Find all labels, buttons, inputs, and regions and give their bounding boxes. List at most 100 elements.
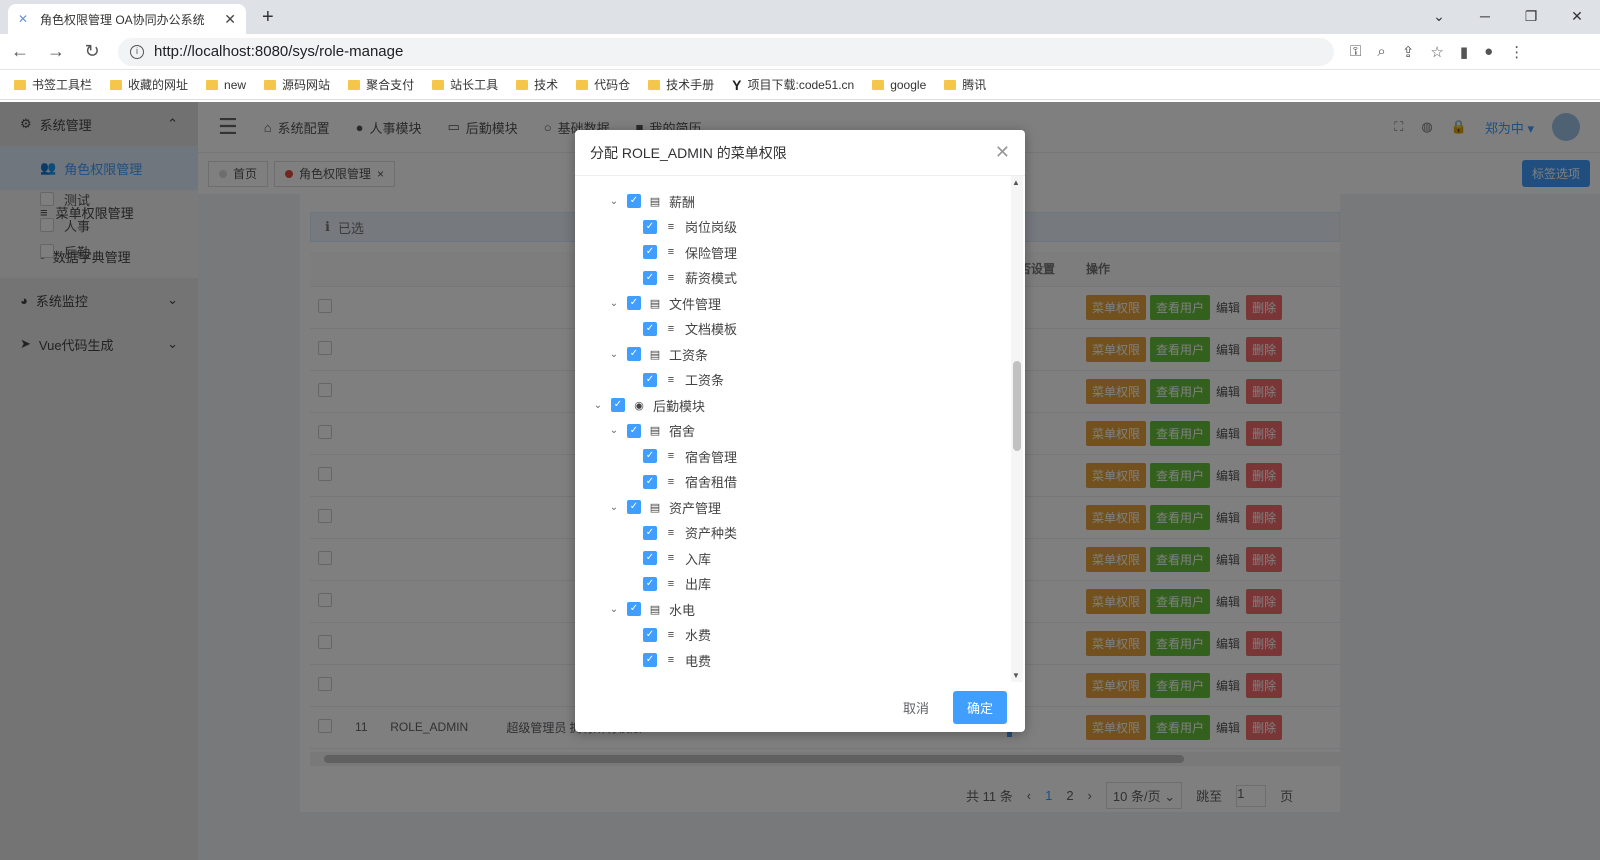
checkbox-checked-icon[interactable]: ✓ [643,551,657,565]
dialog-footer: 取消 确定 [575,682,1025,732]
close-window-icon[interactable]: ✕ [1554,0,1600,32]
tab-search-icon[interactable]: ⌄ [1416,0,1462,32]
confirm-button[interactable]: 确定 [952,690,1007,724]
scroll-up-icon[interactable]: ▲ [1012,178,1020,187]
checkbox-checked-icon[interactable]: ✓ [643,270,657,285]
chevron-down-icon[interactable]: ⌄ [609,196,619,207]
menu-tree: ▲ ▼ ⌄ ✓ ▤ 薪酬 ✓ ≡ 岗位岗级 ✓ ≡ 保险管理 ✓ ≡ 薪资模式 ⌄ ✓ ▤ 文件管理 ✓ ≡ 文档模板… [575,176,1025,682]
menu-item-icon: ≡ [667,246,675,258]
folder-icon [944,79,957,90]
tree-node[interactable]: ✓ ≡ 出库 [625,573,711,595]
checkbox-checked-icon[interactable]: ✓ [643,653,657,667]
checkbox-checked-icon[interactable]: ✓ [611,398,625,412]
bookmark-item[interactable]: google [872,78,926,92]
scroll-thumb[interactable] [1013,361,1021,451]
folder-icon [348,79,361,90]
chevron-down-icon[interactable]: ⌄ [609,298,619,309]
checkbox-checked-icon[interactable]: ✓ [627,500,641,514]
dialog-scrollbar[interactable]: ▲ ▼ [1011,176,1023,682]
sidepanel-icon[interactable]: ▮ [1460,43,1468,61]
bookmark-item[interactable]: 技术手册 [648,76,714,93]
bookmark-item[interactable]: 源码网站 [264,76,330,93]
tree-node[interactable]: ✓ ≡ 工资条 [625,369,724,391]
tree-node[interactable]: ⌄ ✓ ▤ 水电 [609,598,695,620]
tree-node[interactable]: ✓ ≡ 水费 [625,624,711,646]
tree-node[interactable]: ✓ ≡ 保险管理 [625,241,737,263]
dialog-title: 分配 ROLE_ADMIN 的菜单权限 [590,144,787,161]
tree-node[interactable]: ⌄ ✓ ▤ 资产管理 [609,496,721,518]
new-tab-icon[interactable]: + [262,6,274,29]
tree-node[interactable]: ✓ ≡ 文档模板 [625,318,737,340]
menu-item-icon: ≡ [667,271,675,284]
tree-node[interactable]: ⌄ ✓ ▤ 文件管理 [609,292,721,314]
chevron-down-icon[interactable]: ⌄ [609,604,619,615]
tree-node[interactable]: ✓ ≡ 宿舍租借 [625,471,737,493]
browser-tab[interactable]: ✕ 角色权限管理 OA协同办公系统 ✕ [8,4,246,34]
chevron-down-icon[interactable]: ⌄ [593,400,603,411]
checkbox-checked-icon[interactable]: ✓ [643,219,657,234]
tree-node[interactable]: ✓ ≡ 资产种类 [625,522,737,544]
checkbox-checked-icon[interactable]: ✓ [643,372,657,387]
bookmark-item[interactable]: 书签工具栏 [14,76,92,93]
chevron-down-icon[interactable]: ⌄ [609,349,619,360]
checkbox-checked-icon[interactable]: ✓ [627,347,641,361]
chevron-down-icon[interactable]: ⌄ [609,425,619,436]
chevron-down-icon[interactable]: ⌄ [609,502,619,513]
star-icon[interactable]: ☆ [1430,43,1443,61]
scroll-down-icon[interactable]: ▼ [1012,671,1020,680]
folder-icon: ▤ [649,297,661,310]
bookmark-item[interactable]: new [206,78,246,92]
folder-icon: ▤ [649,195,661,208]
tree-node[interactable]: ⌄ ✓ ◉ 后勤模块 [593,394,705,416]
url-field[interactable]: i http://localhost:8080/sys/role-manage [118,37,1334,66]
tree-node[interactable]: ✓ ≡ 岗位岗级 [625,216,737,238]
checkbox-checked-icon[interactable]: ✓ [643,321,657,336]
tree-node-label: 保险管理 [685,245,738,261]
menu-item-icon: ≡ [667,628,675,641]
checkbox-checked-icon[interactable]: ✓ [627,602,641,616]
tree-node[interactable]: ⌄ ✓ ▤ 工资条 [609,343,708,365]
bookmark-label: 书签工具栏 [32,78,93,92]
back-icon[interactable]: ← [10,41,30,62]
checkbox-checked-icon[interactable]: ✓ [627,194,641,208]
tree-node[interactable]: ✓ ≡ 宿舍管理 [625,445,737,467]
key-icon[interactable]: ⚿ [1350,43,1361,60]
checkbox-checked-icon[interactable]: ✓ [643,449,657,463]
tree-node[interactable]: ⌄ ✓ ▤ 薪酬 [609,190,695,212]
checkbox-checked-icon[interactable]: ✓ [643,576,657,591]
tab-close-icon[interactable]: ✕ [224,11,236,28]
folder-icon [432,79,445,90]
tree-node-label: 宿舍管理 [685,449,738,465]
tree-node[interactable]: ✓ ≡ 入库 [625,547,711,569]
checkbox-checked-icon[interactable]: ✓ [643,627,657,642]
bookmark-item[interactable]: 聚合支付 [348,76,414,93]
checkbox-checked-icon[interactable]: ✓ [627,296,641,310]
checkbox-checked-icon[interactable]: ✓ [643,525,657,540]
tree-node[interactable]: ⌄ ✓ ▤ 宿舍 [609,420,695,442]
menu-icon[interactable]: ⋮ [1509,43,1524,61]
forward-icon[interactable]: → [46,41,66,62]
cancel-button[interactable]: 取消 [903,698,929,717]
restore-icon[interactable]: ❐ [1508,0,1554,32]
bookmark-item[interactable]: 腾讯 [944,76,986,93]
zoom-icon[interactable]: ⌕ [1377,43,1385,60]
close-icon[interactable]: ✕ [995,142,1010,163]
tree-node[interactable]: ✓ ≡ 电费 [625,649,711,671]
bookmark-item[interactable]: 收藏的网址 [110,76,188,93]
folder-icon [872,79,885,90]
site-info-icon[interactable]: i [130,44,144,59]
checkbox-checked-icon[interactable]: ✓ [643,474,657,489]
share-icon[interactable]: ⇪ [1402,43,1415,61]
reload-icon[interactable]: ↻ [82,41,102,62]
checkbox-checked-icon[interactable]: ✓ [627,423,641,438]
checkbox-checked-icon[interactable]: ✓ [643,245,657,259]
tab-title: 角色权限管理 OA协同办公系统 [40,12,205,27]
bookmark-item[interactable]: 站长工具 [432,76,498,93]
tree-node[interactable]: ✓ ≡ 薪资模式 [625,267,737,289]
bookmark-item[interactable]: 代码仓 [576,76,630,93]
bookmark-item[interactable]: 技术 [516,76,558,93]
minimize-icon[interactable]: ─ [1462,0,1508,32]
profile-icon[interactable]: ● [1484,43,1493,60]
folder-icon: ▤ [649,348,661,361]
bookmark-item[interactable]: Y 项目下载:code51.cn [732,76,854,93]
